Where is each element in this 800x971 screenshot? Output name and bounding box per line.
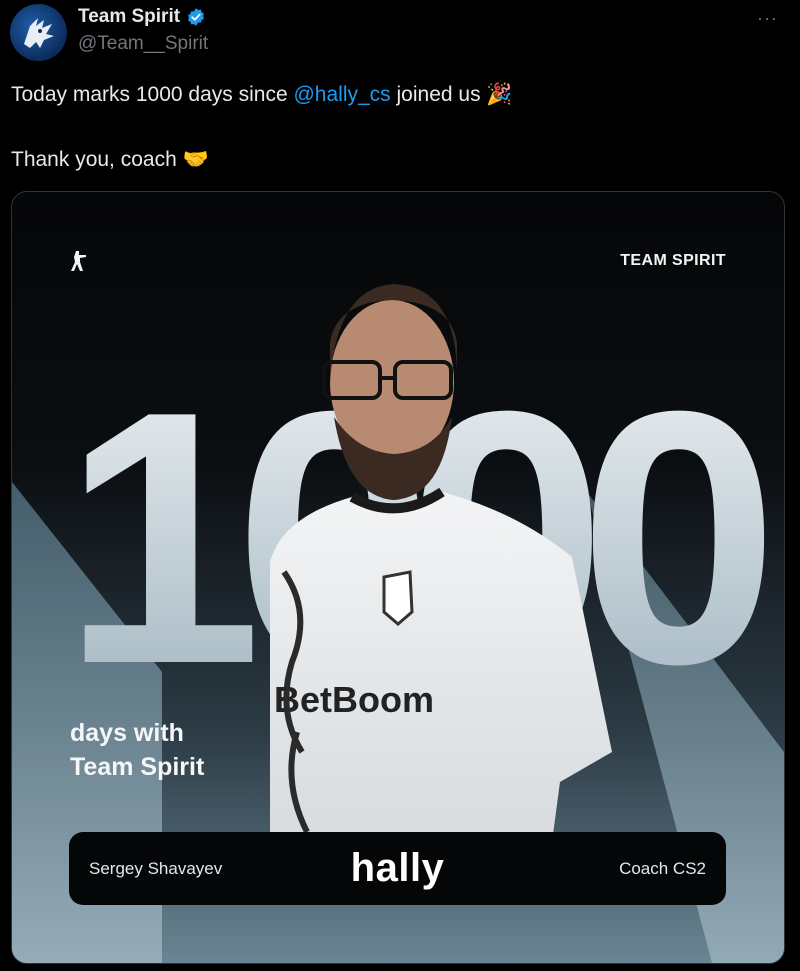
more-options-icon[interactable]: ··· — [757, 8, 778, 29]
team-spirit-logo-icon — [24, 18, 54, 48]
tweet-line-2: Thank you, coach 🤝 — [11, 148, 209, 171]
jersey-sponsor: BetBoom — [274, 679, 434, 720]
days-with-line-1: days with — [70, 719, 184, 747]
display-name[interactable]: Team Spirit — [78, 6, 180, 28]
avatar[interactable] — [10, 4, 67, 61]
name-bar: Sergey Shavayev hally Coach CS2 — [69, 832, 726, 905]
author-row: Team Spirit — [78, 6, 206, 28]
tweet-text: Today marks 1000 days since @hally_cs jo… — [11, 80, 781, 174]
handle[interactable]: @Team__Spirit — [78, 33, 208, 55]
nickname: hally — [350, 846, 445, 890]
brand-label: TEAM SPIRIT — [620, 252, 726, 269]
tweet-text-part: joined us 🎉 — [390, 83, 513, 106]
mention-link[interactable]: @hally_cs — [293, 83, 390, 106]
tweet-text-part: Today marks 1000 days since — [11, 83, 294, 106]
real-name: Sergey Shavayev — [89, 858, 223, 878]
tweet-line-1: Today marks 1000 days since @hally_cs jo… — [11, 80, 781, 109]
days-with-caption: days with Team Spirit — [70, 716, 204, 784]
role: Coach CS2 — [619, 858, 706, 878]
counter-strike-icon — [71, 251, 86, 271]
verified-badge-icon — [188, 8, 204, 26]
days-with-line-2: Team Spirit — [70, 753, 205, 781]
media-image[interactable]: 1000 BetBoom TEAM SPIRIT days with Team … — [11, 191, 785, 964]
